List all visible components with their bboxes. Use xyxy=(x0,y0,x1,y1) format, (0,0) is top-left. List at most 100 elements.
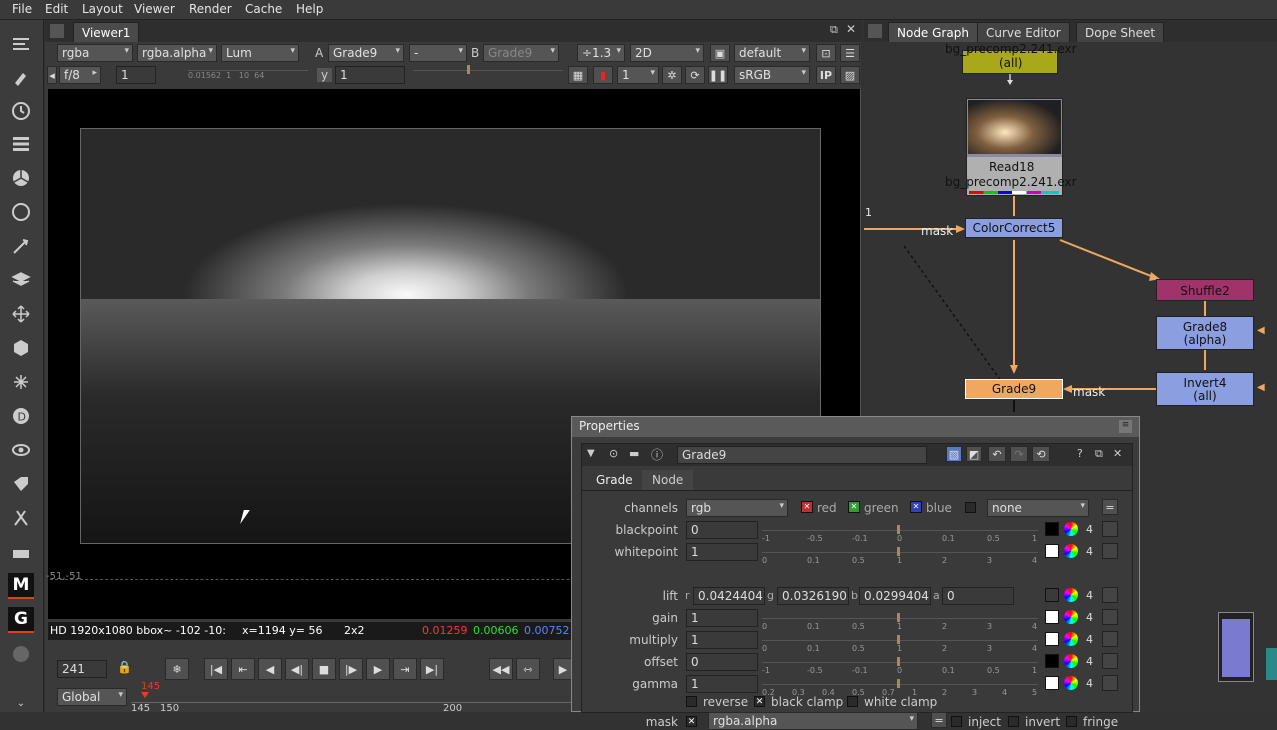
channels-dropdown[interactable]: rgba ▾ xyxy=(57,44,133,62)
lock-icon[interactable]: 🔒 xyxy=(117,660,132,674)
lift-color-wheel-icon[interactable] xyxy=(1064,588,1078,602)
wipe-icon[interactable]: ▨ xyxy=(840,66,860,84)
prev-keyframe-icon[interactable]: ⇤ xyxy=(231,658,255,680)
node-tile-color-icon[interactable]: ▧ xyxy=(946,446,962,462)
gamma-field[interactable]: 1 xyxy=(686,675,758,693)
float-node-icon[interactable]: ⓘ xyxy=(651,446,663,463)
roi-icon[interactable]: ⊡ xyxy=(816,44,836,62)
blackpoint-slider[interactable]: -1 -0.5 -0.1 0 0.1 0.5 1 xyxy=(762,525,1038,544)
tab-viewer1[interactable]: Viewer1 xyxy=(73,22,140,42)
node-invert4[interactable]: Invert4 (all) xyxy=(1156,372,1254,406)
inject-checkbox[interactable] xyxy=(951,716,962,727)
menu-help[interactable]: Help xyxy=(296,2,323,16)
other-nodes-icon[interactable] xyxy=(8,505,34,531)
offset-field[interactable]: 0 xyxy=(686,653,758,671)
tab-grade[interactable]: Grade xyxy=(588,470,641,490)
whitepoint-slider[interactable]: 0 0.1 0.5 1 2 3 4 xyxy=(762,547,1038,566)
gamma-channel-count[interactable]: 4 xyxy=(1086,677,1093,690)
mask-checkbox[interactable]: ✕ xyxy=(686,716,697,727)
grade-channels-dropdown[interactable]: rgb ▾ xyxy=(686,499,788,517)
prev-gain-icon[interactable]: ◂ xyxy=(47,66,57,84)
fast-forward-icon[interactable]: ▶ xyxy=(553,658,573,680)
grade8-input-arrow[interactable]: ◀ xyxy=(1257,325,1265,336)
gamma-curve-icon[interactable] xyxy=(1102,675,1118,691)
channels-menu-icon[interactable]: = xyxy=(1102,499,1118,515)
node-name-field[interactable]: Grade9 xyxy=(677,446,927,464)
pause-icon[interactable]: ❚❚ xyxy=(708,66,728,84)
display-mode-dropdown[interactable]: Lum ▾ xyxy=(221,44,299,62)
color-nodes-icon[interactable] xyxy=(8,165,34,191)
multiply-swatch[interactable] xyxy=(1045,632,1059,646)
snowflake-icon[interactable]: ❄ xyxy=(165,658,189,680)
channel-nodes-icon[interactable] xyxy=(8,131,34,157)
whitepoint-channel-count[interactable]: 4 xyxy=(1086,545,1093,558)
camera-icon[interactable]: ▣ xyxy=(710,44,730,62)
playback-range-icon[interactable]: ⇿ xyxy=(516,658,540,680)
gamma-color-wheel-icon[interactable] xyxy=(1064,676,1078,690)
navigator-minimap[interactable] xyxy=(1218,612,1254,682)
mask-menu-icon[interactable]: = xyxy=(931,712,947,728)
whitepoint-field[interactable]: 1 xyxy=(686,543,758,561)
redo-icon[interactable]: ↷ xyxy=(1010,446,1028,462)
gain-slider[interactable]: 0 0.1 0.5 1 2 3 4 xyxy=(762,613,1038,632)
first-frame-icon[interactable]: |◀ xyxy=(204,658,228,680)
viewer-menu-icon[interactable] xyxy=(50,24,64,38)
tab-node[interactable]: Node xyxy=(642,470,694,490)
gain-color-wheel-icon[interactable] xyxy=(1064,610,1078,624)
filter-nodes-icon[interactable] xyxy=(8,199,34,225)
multiply-slider[interactable]: 0 0.1 0.5 1 2 3 4 xyxy=(762,635,1038,654)
stop-icon[interactable]: ■ xyxy=(312,658,336,680)
blackpoint-slider-knob[interactable] xyxy=(897,525,900,534)
node-shuffle2[interactable]: Shuffle2 xyxy=(1156,279,1254,301)
float-pane-icon[interactable]: ⧉ xyxy=(830,23,838,37)
plugins-icon[interactable] xyxy=(8,641,34,667)
offset-slider-knob[interactable] xyxy=(897,657,900,666)
image-nodes-icon[interactable] xyxy=(8,31,34,57)
furnace-nodes-icon[interactable] xyxy=(8,539,34,565)
node-grade9[interactable]: Grade9 xyxy=(965,379,1063,399)
refresh-icon[interactable]: ⟳ xyxy=(685,66,705,84)
multiply-color-wheel-icon[interactable] xyxy=(1064,632,1078,646)
fringe-checkbox[interactable] xyxy=(1066,716,1077,727)
mocha-icon[interactable]: M xyxy=(8,573,34,599)
lut-dropdown[interactable]: default ▾ xyxy=(734,44,810,62)
green-channel-checkbox[interactable]: ✕ xyxy=(848,501,860,513)
prev-frame-icon[interactable]: ◀ xyxy=(258,658,282,680)
input-process-button[interactable]: IP xyxy=(816,66,836,84)
gamma-slider[interactable] xyxy=(413,65,563,80)
clip-warning-icon[interactable]: ▦ xyxy=(568,66,588,84)
timeline-ruler[interactable]: 145 150 200 xyxy=(131,702,571,714)
input-b-dropdown[interactable]: Grade9 ▾ xyxy=(483,44,559,62)
gizmo-icon[interactable]: G xyxy=(8,607,34,633)
lift-a-field[interactable]: 0 xyxy=(942,587,1014,605)
offset-slider[interactable]: -1 -0.5 -0.1 0 0.1 0.5 1 xyxy=(762,657,1038,676)
multiply-field[interactable]: 1 xyxy=(686,631,758,649)
gain-field[interactable]: 1 xyxy=(686,609,758,627)
lift-b-field[interactable]: 0.02994047 xyxy=(859,587,931,605)
play-forward-icon[interactable]: |▶ xyxy=(339,658,363,680)
offset-channel-count[interactable]: 4 xyxy=(1086,655,1093,668)
frame-range-dropdown[interactable]: Global ▾ xyxy=(57,688,127,706)
float-properties-icon[interactable]: ⧉ xyxy=(1095,447,1103,461)
offset-swatch[interactable] xyxy=(1045,654,1059,668)
menu-render[interactable]: Render xyxy=(189,2,232,16)
particles-nodes-icon[interactable] xyxy=(8,369,34,395)
properties-collapse-icon[interactable]: ≡ xyxy=(1119,420,1132,433)
frame-step-dropdown[interactable]: 1 ▾ xyxy=(617,66,659,84)
toolbar-more-icon[interactable]: ⌄ xyxy=(8,696,34,710)
undo-icon[interactable]: ↶ xyxy=(988,446,1006,462)
compare-mode-dropdown[interactable]: - ▾ xyxy=(409,44,467,62)
whitepoint-curve-icon[interactable] xyxy=(1102,543,1118,559)
viewer-settings-icon[interactable]: ☰ xyxy=(840,44,860,62)
gain-swatch[interactable] xyxy=(1045,610,1059,624)
whitepoint-slider-knob[interactable] xyxy=(897,547,900,556)
center-node-icon[interactable]: ⊙ xyxy=(609,447,618,460)
next-frame-icon[interactable]: ▶ xyxy=(366,658,390,680)
lift-channel-count[interactable]: 4 xyxy=(1086,589,1093,602)
draw-nodes-icon[interactable] xyxy=(8,64,34,90)
white-clamp-checkbox[interactable] xyxy=(847,696,858,707)
help-icon[interactable]: ? xyxy=(1077,447,1083,460)
close-pane-icon[interactable]: ✕ xyxy=(846,22,856,36)
merge-nodes-icon[interactable] xyxy=(8,267,34,293)
gamma-swatch[interactable] xyxy=(1045,676,1059,690)
